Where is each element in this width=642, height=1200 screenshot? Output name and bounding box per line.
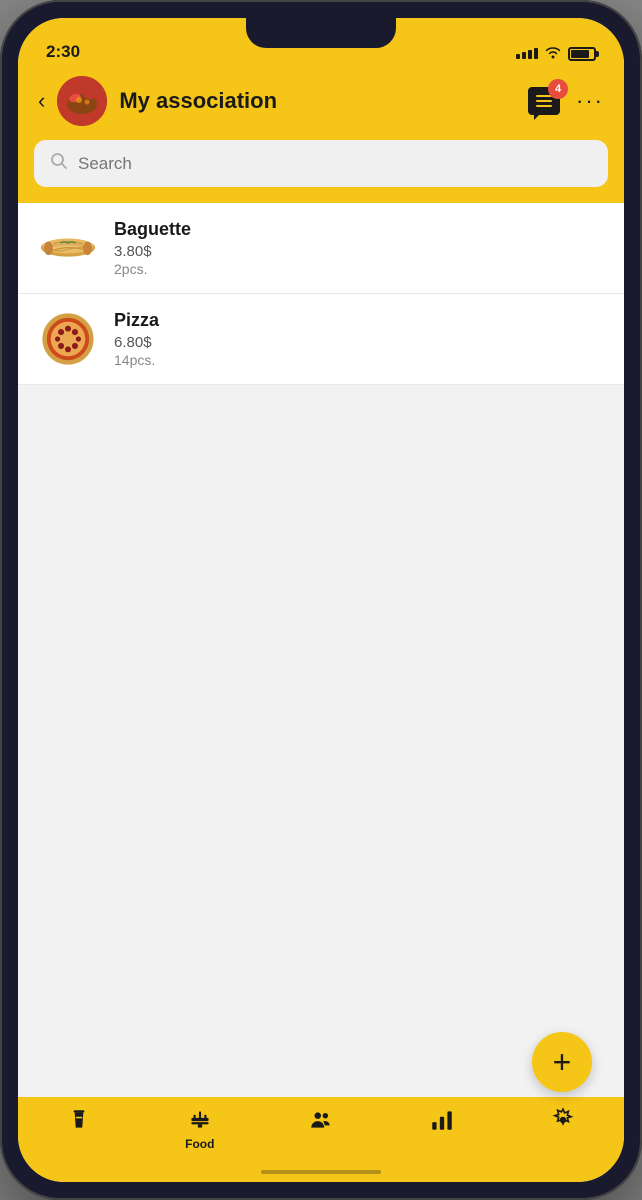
- pizza-image: [38, 314, 98, 364]
- food-item-pizza[interactable]: Pizza 6.80$ 14pcs.: [18, 294, 624, 385]
- pizza-name: Pizza: [114, 310, 604, 331]
- food-item-baguette[interactable]: Baguette 3.80$ 2pcs.: [18, 203, 624, 294]
- header-actions: 4 ···: [528, 87, 604, 115]
- nav-label-food: Food: [185, 1137, 214, 1151]
- home-indicator: [261, 1170, 381, 1174]
- avatar: [57, 76, 107, 126]
- search-bar: [34, 140, 608, 187]
- content-area: Baguette 3.80$ 2pcs.: [18, 203, 624, 1097]
- search-input[interactable]: [78, 154, 592, 174]
- chat-badge: 4: [548, 79, 568, 99]
- nav-item-settings[interactable]: [503, 1107, 624, 1137]
- header: ‹ My association: [18, 68, 624, 140]
- baguette-info: Baguette 3.80$ 2pcs.: [114, 219, 604, 277]
- status-time: 2:30: [46, 42, 80, 62]
- chat-button[interactable]: 4: [528, 87, 560, 115]
- more-button[interactable]: ···: [576, 88, 604, 114]
- pizza-qty: 14pcs.: [114, 352, 604, 368]
- search-container: [18, 140, 624, 203]
- add-button[interactable]: +: [532, 1032, 592, 1092]
- baguette-name: Baguette: [114, 219, 604, 240]
- nav-item-food[interactable]: Food: [139, 1107, 260, 1151]
- notch: [246, 18, 396, 48]
- baguette-qty: 2pcs.: [114, 261, 604, 277]
- status-icons: [516, 45, 596, 62]
- nav-item-drinks[interactable]: [18, 1107, 139, 1137]
- battery-icon: [568, 47, 596, 61]
- wifi-icon: [544, 45, 562, 62]
- header-title: My association: [119, 88, 516, 114]
- search-icon: [50, 152, 68, 175]
- nav-item-people[interactable]: [260, 1107, 381, 1137]
- phone-frame: 2:30: [0, 0, 642, 1200]
- pizza-info: Pizza 6.80$ 14pcs.: [114, 310, 604, 368]
- pizza-price: 6.80$: [114, 334, 604, 351]
- phone-screen: 2:30: [18, 18, 624, 1182]
- baguette-image: [38, 223, 98, 273]
- back-button[interactable]: ‹: [38, 88, 45, 114]
- nav-item-stats[interactable]: [382, 1107, 503, 1137]
- signal-icon: [516, 48, 538, 59]
- baguette-price: 3.80$: [114, 243, 604, 260]
